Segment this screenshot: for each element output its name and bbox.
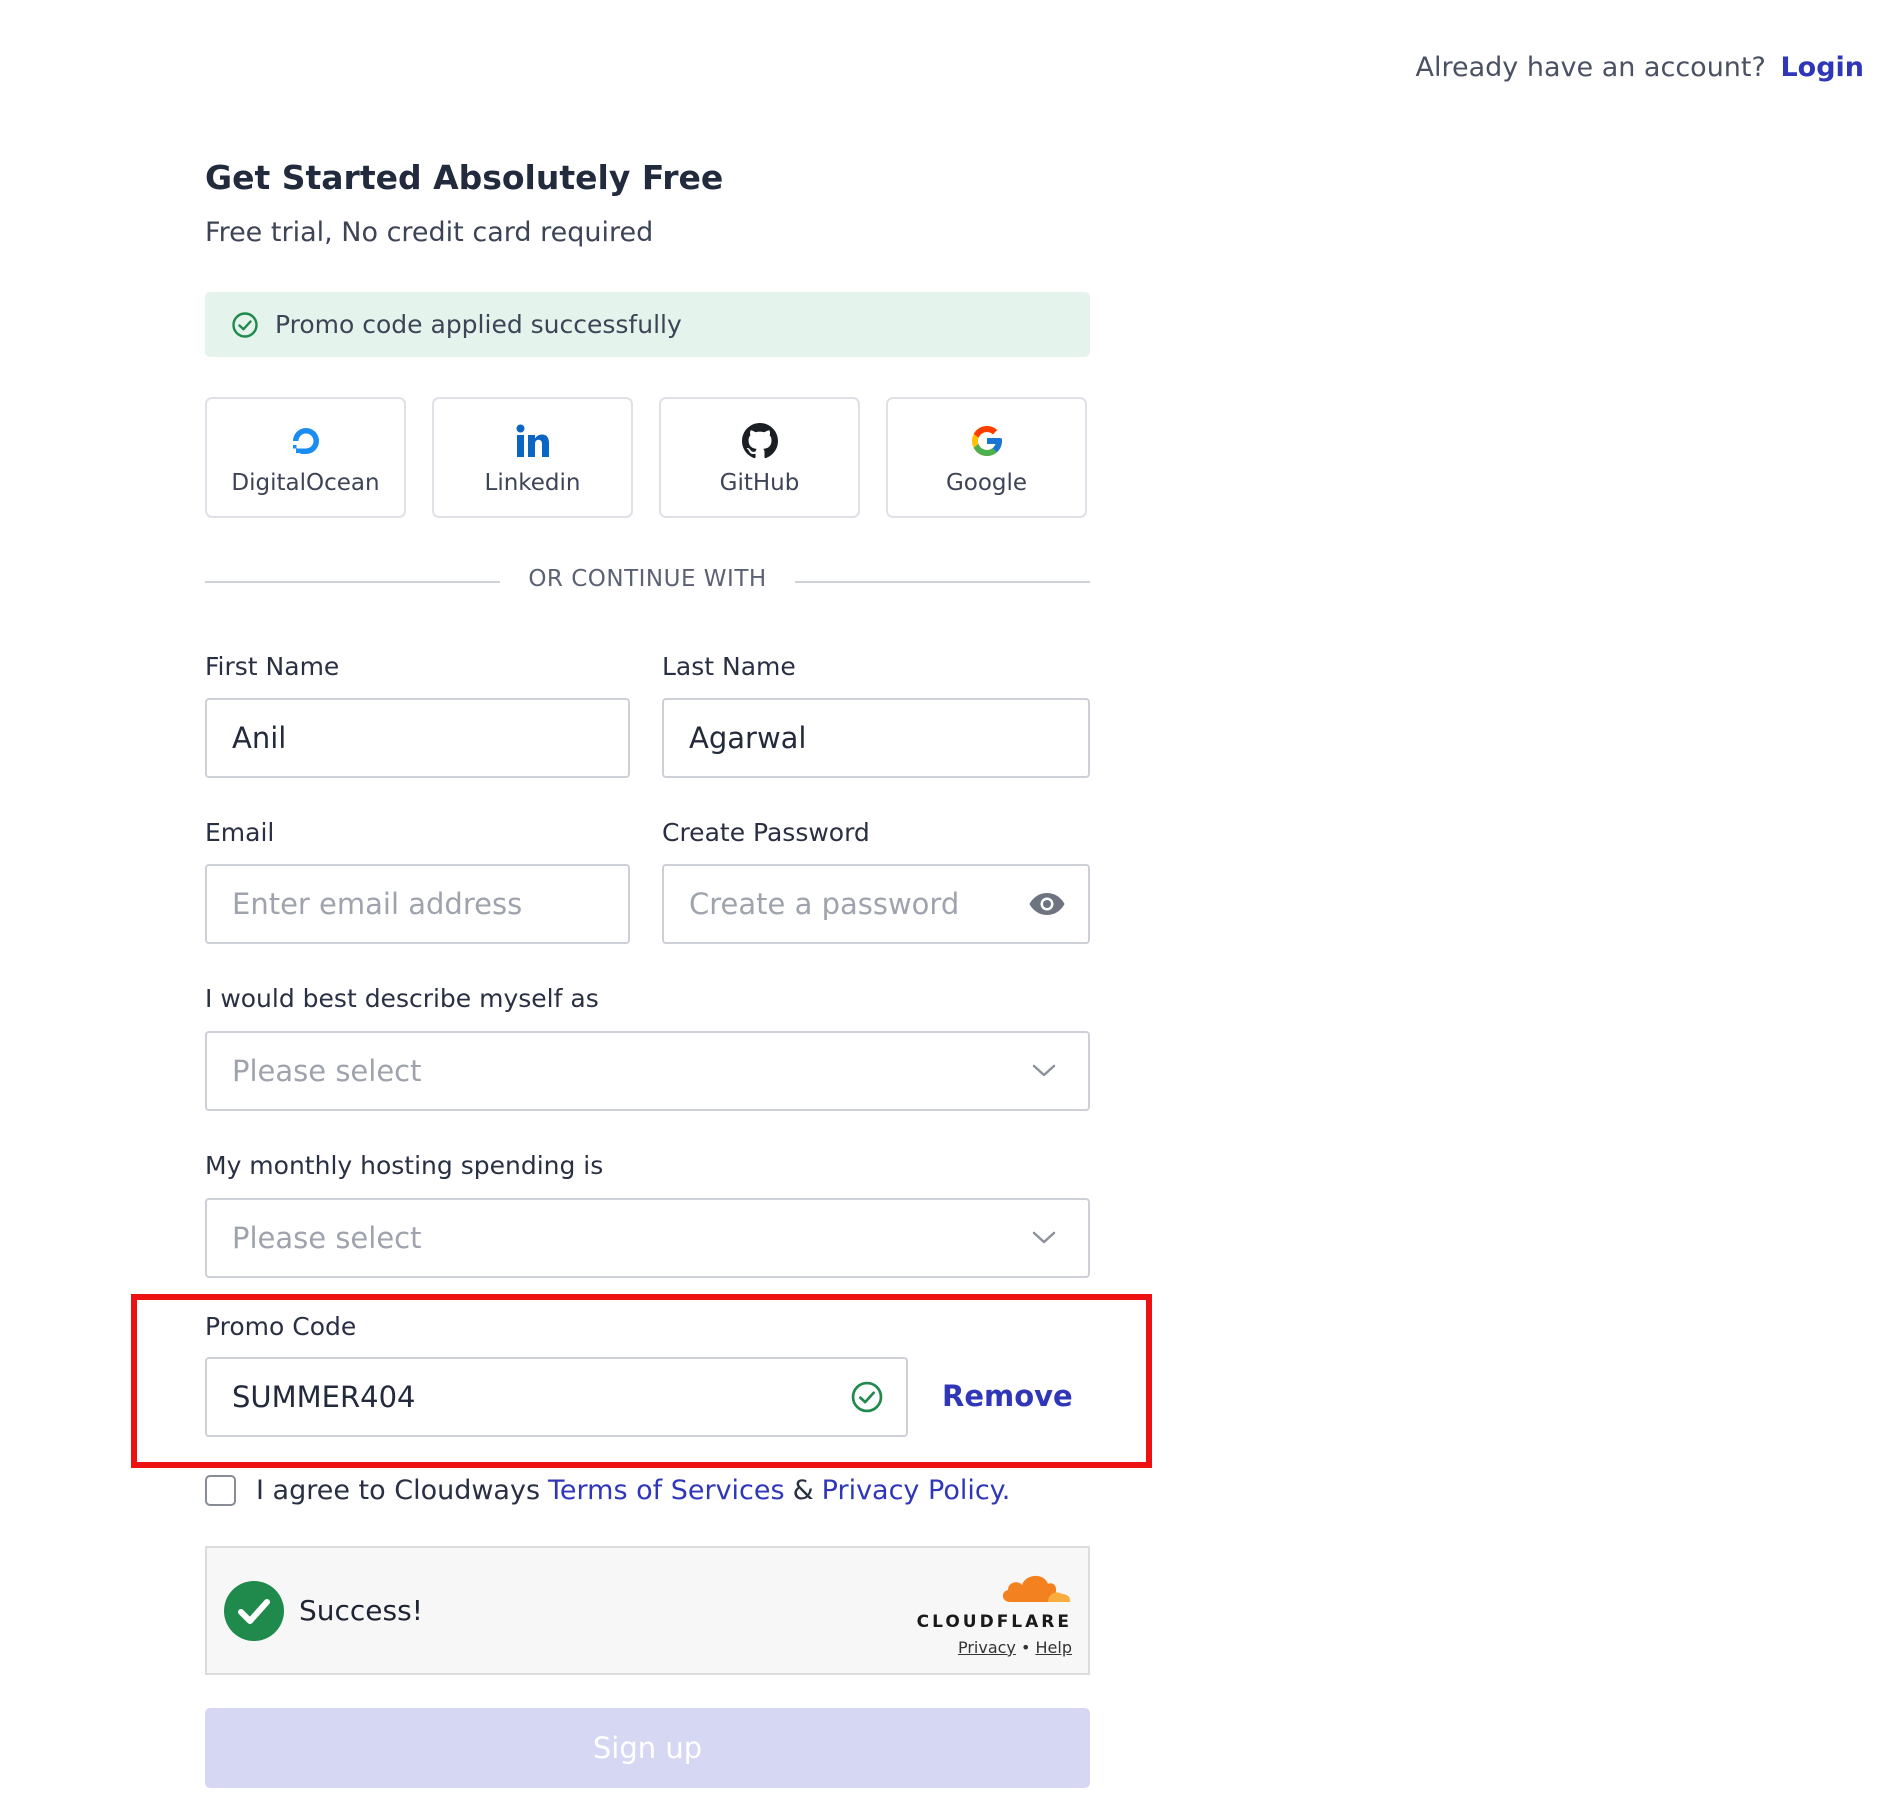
- cloudflare-brand: CLOUDFLARE: [916, 1612, 1072, 1632]
- password-placeholder: Create a password: [689, 887, 960, 921]
- signup-button[interactable]: Sign up: [205, 1708, 1090, 1788]
- cloudflare-privacy-link[interactable]: Privacy: [958, 1638, 1016, 1657]
- password-label: Create Password: [662, 818, 870, 847]
- chevron-down-icon: [1032, 1231, 1056, 1245]
- spending-select[interactable]: Please select: [205, 1198, 1090, 1278]
- login-prompt: Already have an account? Login: [1416, 52, 1864, 83]
- login-prompt-text: Already have an account?: [1415, 52, 1766, 83]
- describe-select[interactable]: Please select: [205, 1031, 1090, 1111]
- cloudflare-sep: •: [1020, 1638, 1031, 1657]
- remove-promo-button[interactable]: Remove: [942, 1379, 1073, 1413]
- success-check-icon: [223, 1580, 285, 1642]
- terms-link[interactable]: Terms of Services: [548, 1475, 785, 1506]
- eye-icon[interactable]: [1028, 891, 1066, 917]
- github-icon: [741, 420, 778, 462]
- divider-text: OR CONTINUE WITH: [528, 566, 767, 592]
- first-name-value: Anil: [232, 721, 287, 755]
- login-link[interactable]: Login: [1780, 52, 1864, 83]
- github-label: GitHub: [719, 469, 800, 496]
- cloudflare-branding: CLOUDFLARE Privacy • Help: [917, 1570, 1072, 1657]
- google-label: Google: [945, 469, 1028, 496]
- page-title: Get Started Absolutely Free: [205, 158, 724, 197]
- digitalocean-label: DigitalOcean: [231, 469, 380, 496]
- agreement-prefix: I agree to Cloudways: [256, 1475, 541, 1506]
- linkedin-label: Linkedin: [484, 469, 581, 496]
- email-label: Email: [205, 818, 275, 847]
- first-name-input[interactable]: Anil: [205, 698, 630, 778]
- check-circle-icon: [850, 1380, 884, 1414]
- terms-agreement: I agree to Cloudways Terms of Services &…: [205, 1475, 1018, 1506]
- google-button[interactable]: Google: [886, 397, 1087, 518]
- email-field[interactable]: Enter email address: [205, 864, 630, 944]
- password-field[interactable]: Create a password: [662, 864, 1090, 944]
- promo-code-input[interactable]: SUMMER404: [205, 1357, 908, 1437]
- describe-placeholder: Please select: [232, 1054, 422, 1088]
- captcha-status: Success!: [299, 1594, 423, 1627]
- promo-value: SUMMER404: [232, 1380, 416, 1414]
- chevron-down-icon: [1032, 1064, 1056, 1078]
- email-placeholder: Enter email address: [232, 887, 523, 921]
- check-circle-icon: [231, 311, 259, 339]
- alert-message: Promo code applied successfully: [275, 310, 682, 339]
- terms-checkbox[interactable]: [205, 1475, 236, 1506]
- google-icon: [969, 420, 1005, 462]
- divider-right: [795, 581, 1090, 583]
- agreement-amp: &: [792, 1475, 814, 1506]
- last-name-label: Last Name: [662, 652, 796, 681]
- promo-success-alert: Promo code applied successfully: [205, 292, 1090, 357]
- spending-label: My monthly hosting spending is: [205, 1151, 604, 1180]
- promo-label: Promo Code: [205, 1312, 357, 1341]
- privacy-policy-link[interactable]: Privacy Policy.: [822, 1475, 1011, 1506]
- last-name-input[interactable]: Agarwal: [662, 698, 1090, 778]
- divider-left: [205, 581, 500, 583]
- describe-label: I would best describe myself as: [205, 984, 599, 1013]
- cloudflare-cloud-icon: [998, 1570, 1072, 1608]
- cloudflare-captcha: Success! CLOUDFLARE Privacy • Help: [205, 1546, 1090, 1675]
- digitalocean-icon: [289, 420, 323, 462]
- last-name-value: Agarwal: [689, 721, 807, 755]
- cloudflare-help-link[interactable]: Help: [1036, 1638, 1072, 1657]
- linkedin-icon: [515, 420, 551, 462]
- digitalocean-button[interactable]: DigitalOcean: [205, 397, 406, 518]
- page-subtitle: Free trial, No credit card required: [205, 217, 654, 248]
- spending-placeholder: Please select: [232, 1221, 422, 1255]
- github-button[interactable]: GitHub: [659, 397, 860, 518]
- cloudflare-links: Privacy • Help: [958, 1638, 1072, 1657]
- first-name-label: First Name: [205, 652, 340, 681]
- linkedin-button[interactable]: Linkedin: [432, 397, 633, 518]
